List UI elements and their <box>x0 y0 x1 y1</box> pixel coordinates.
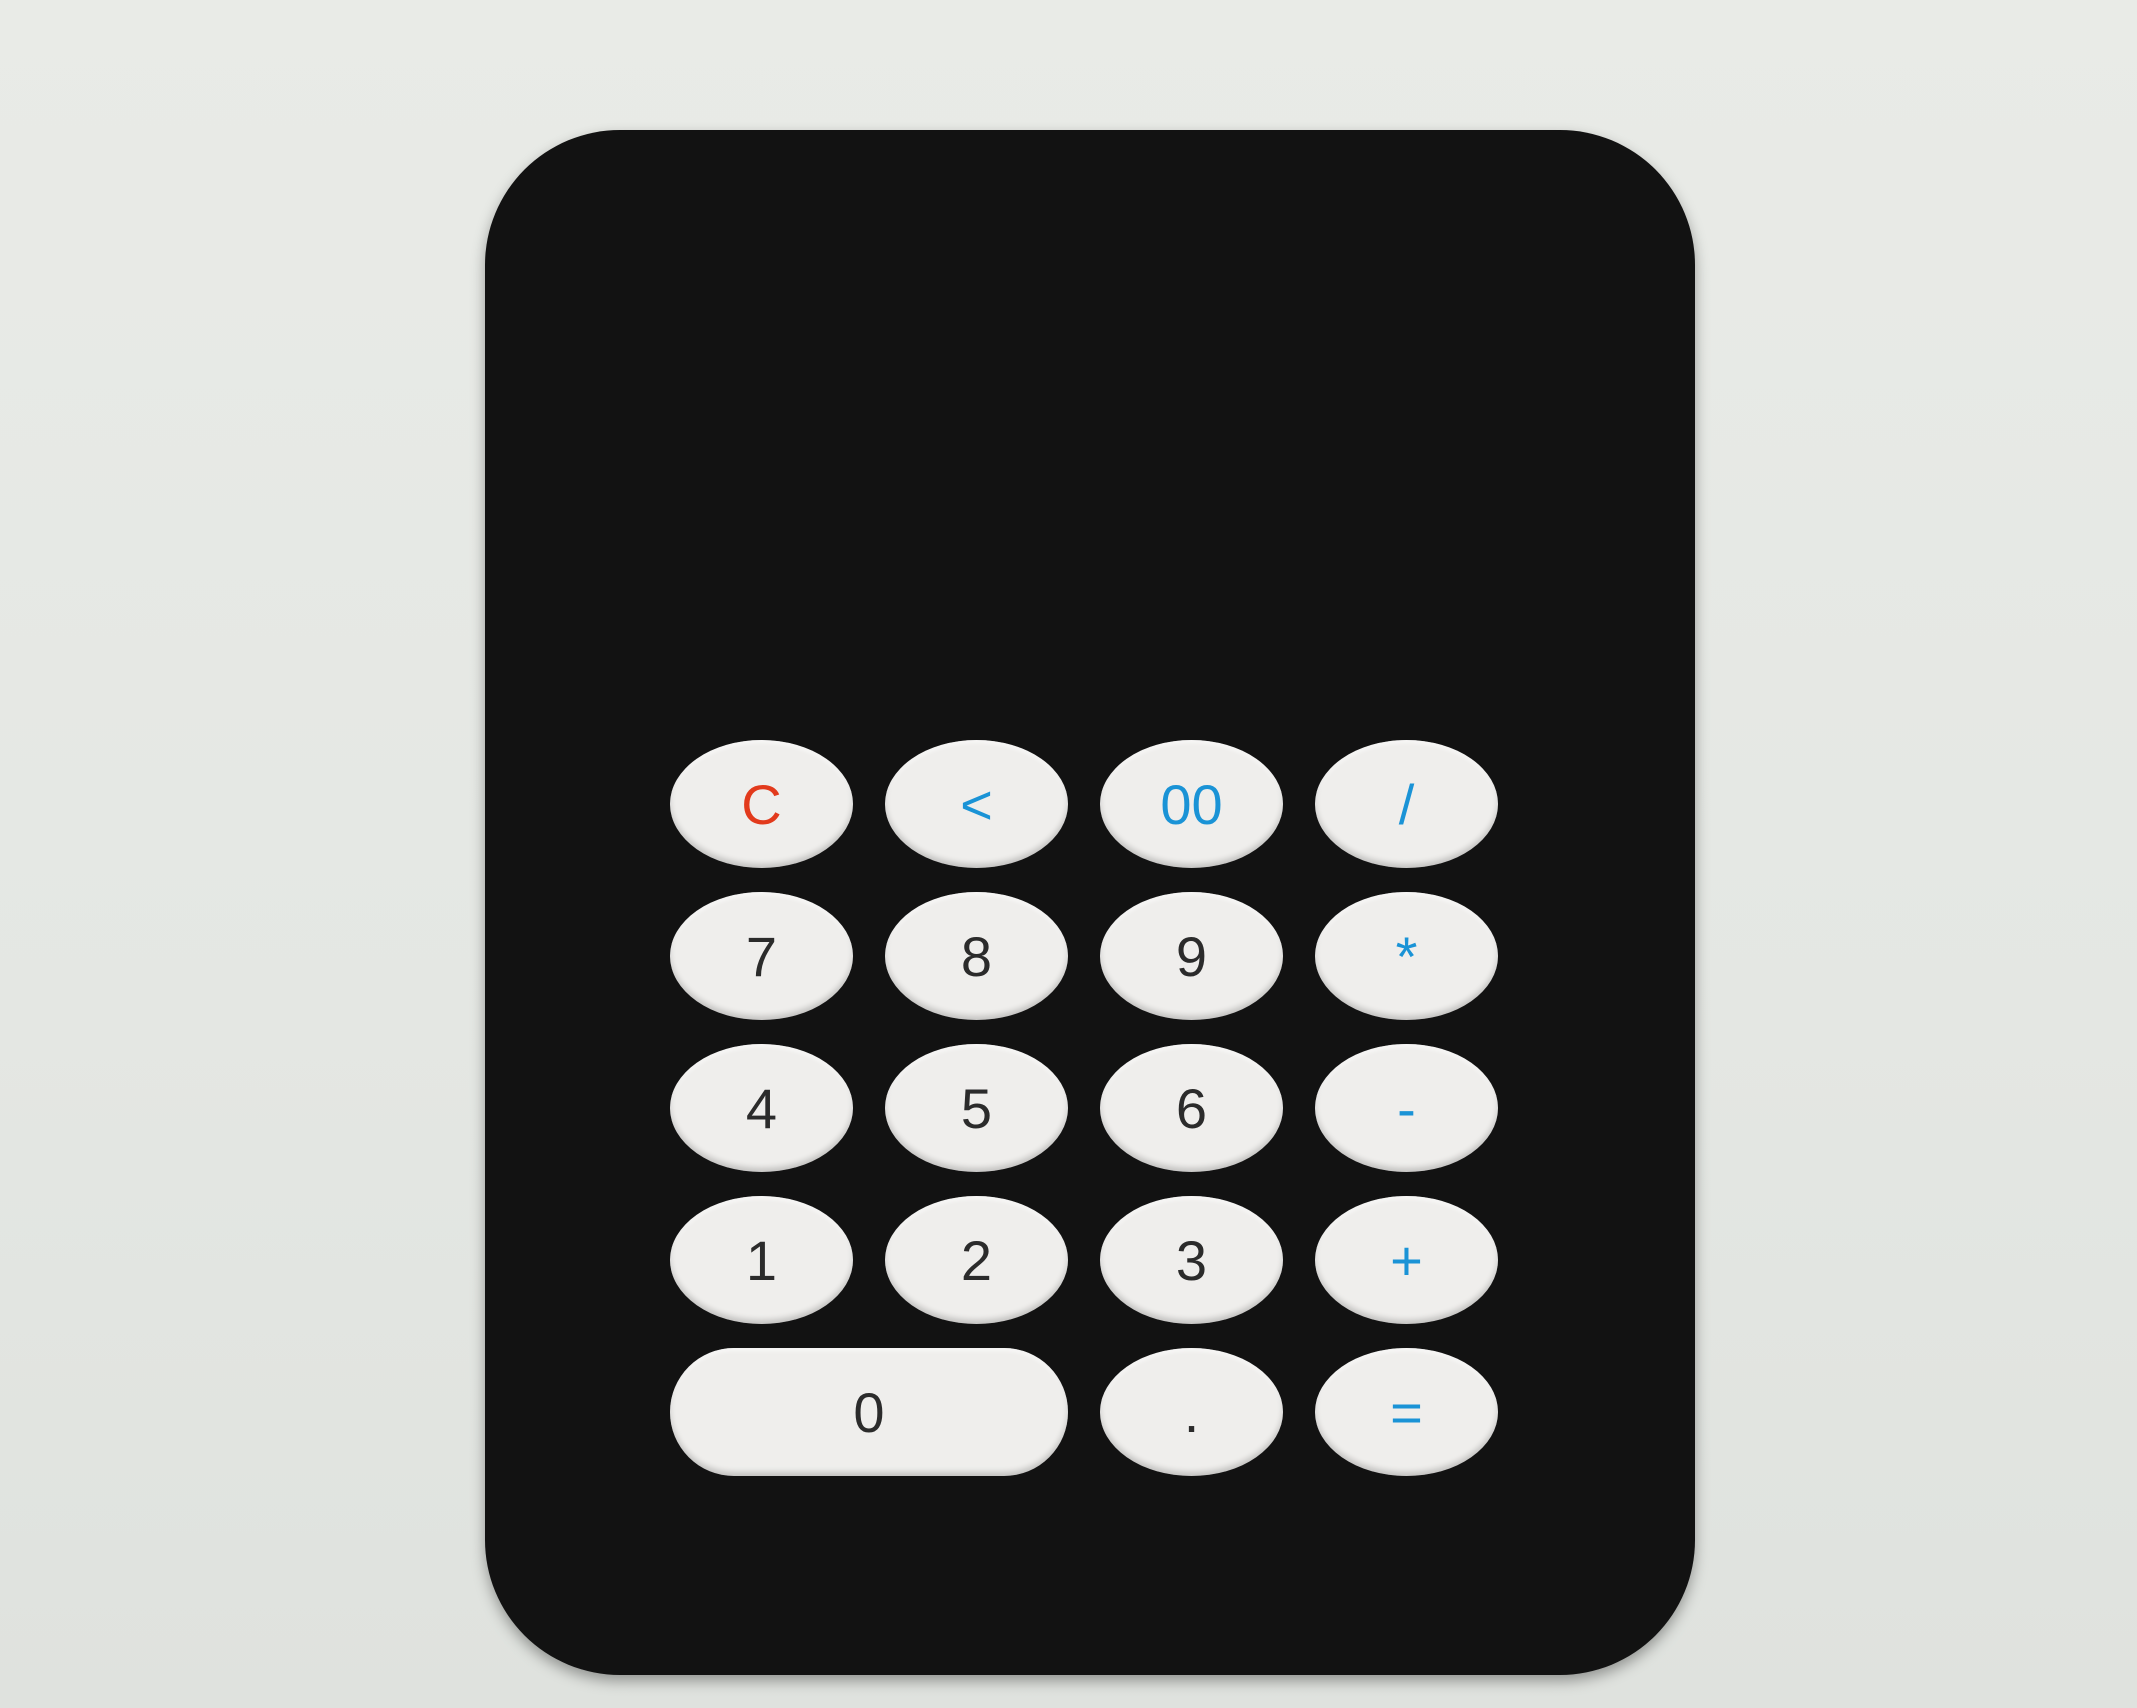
digit-1-button[interactable]: 1 <box>670 1196 853 1324</box>
digit-8-button[interactable]: 8 <box>885 892 1068 1020</box>
keypad: C < 00 / 7 8 9 * 4 5 6 - 1 2 3 + 0 . = <box>670 740 1520 1620</box>
calculator-body: C < 00 / 7 8 9 * 4 5 6 - 1 2 3 + 0 . = <box>485 130 1695 1675</box>
clear-button[interactable]: C <box>670 740 853 868</box>
digit-9-button[interactable]: 9 <box>1100 892 1283 1020</box>
digit-5-button[interactable]: 5 <box>885 1044 1068 1172</box>
subtract-button[interactable]: - <box>1315 1044 1498 1172</box>
backspace-button[interactable]: < <box>885 740 1068 868</box>
digit-4-button[interactable]: 4 <box>670 1044 853 1172</box>
digit-2-button[interactable]: 2 <box>885 1196 1068 1324</box>
divide-button[interactable]: / <box>1315 740 1498 868</box>
add-button[interactable]: + <box>1315 1196 1498 1324</box>
digit-0-button[interactable]: 0 <box>670 1348 1068 1476</box>
digit-7-button[interactable]: 7 <box>670 892 853 1020</box>
digit-6-button[interactable]: 6 <box>1100 1044 1283 1172</box>
digit-3-button[interactable]: 3 <box>1100 1196 1283 1324</box>
double-zero-button[interactable]: 00 <box>1100 740 1283 868</box>
decimal-button[interactable]: . <box>1100 1348 1283 1476</box>
multiply-button[interactable]: * <box>1315 892 1498 1020</box>
page-background: C < 00 / 7 8 9 * 4 5 6 - 1 2 3 + 0 . = <box>0 0 2137 1708</box>
calculator-display <box>545 190 1635 750</box>
equals-button[interactable]: = <box>1315 1348 1498 1476</box>
